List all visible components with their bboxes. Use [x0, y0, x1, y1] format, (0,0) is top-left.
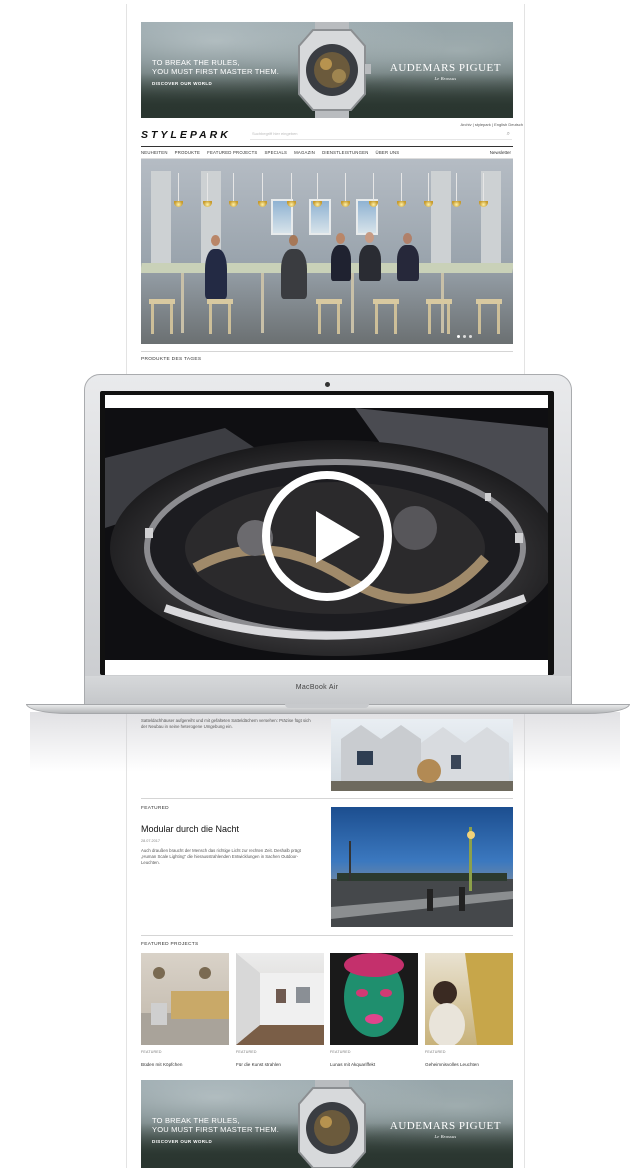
laptop-reflection — [30, 712, 620, 772]
nav-item-dienstleistungen[interactable]: DIENSTLEISTUNGEN — [322, 150, 368, 155]
newsletter-link[interactable]: Newsletter — [490, 150, 511, 155]
featured-project-tag: FEATURED — [141, 1050, 162, 1054]
article-image-night-street[interactable] — [331, 807, 513, 927]
section-products-of-day: PRODUKTE DES TAGES — [141, 357, 202, 362]
featured-project-image-4[interactable] — [425, 953, 513, 1045]
slider-dots[interactable] — [457, 335, 472, 338]
laptop-model-label: MacBook Air — [295, 684, 339, 691]
ad-cta-link[interactable]: DISCOVER OUR WORLD — [152, 1139, 212, 1144]
top-ad-banner[interactable]: TO BREAK THE RULES, YOU MUST FIRST MASTER… — [141, 22, 513, 118]
section-featured-projects: FEATURED PROJECTS — [141, 942, 199, 947]
featured-project-title[interactable]: Büden mit Köpfchen — [141, 1062, 182, 1067]
article-date: 28.07.2017 — [141, 839, 161, 843]
top-utility-nav[interactable]: Archiv | stylepark | English Deutsch — [460, 122, 523, 127]
site-logo[interactable]: STYLEPARK — [141, 129, 231, 141]
nav-item-produkte[interactable]: PRODUKTE — [175, 150, 200, 155]
nav-item-neuheiten[interactable]: NEUHEITEN — [141, 150, 168, 155]
ad-tagline: TO BREAK THE RULES, YOU MUST FIRST MASTER… — [152, 1116, 280, 1134]
featured-project-title[interactable]: Lunas mit Akquariffekt — [330, 1062, 375, 1067]
ad-brand-logo: AUDEMARS PIGUET Le Brassus — [389, 1120, 501, 1139]
video-letterbox-bottom — [105, 660, 548, 675]
featured-project-title[interactable]: Für die Kunst strahlen — [236, 1062, 281, 1067]
play-button[interactable] — [262, 471, 392, 601]
nav-item-featured-projects[interactable]: FEATURED PROJECTS — [207, 150, 257, 155]
laptop-base-notch — [285, 704, 369, 708]
search-icon[interactable]: ⌕ — [507, 131, 510, 138]
section-featured: FEATURED — [141, 806, 169, 811]
featured-project-tag: FEATURED — [330, 1050, 351, 1054]
camera-icon — [325, 382, 330, 387]
nav-item-ueber-uns[interactable]: ÜBER UNS — [376, 150, 400, 155]
laptop-chin — [85, 676, 571, 706]
bottom-ad-banner[interactable]: TO BREAK THE RULES, YOU MUST FIRST MASTER… — [141, 1080, 513, 1168]
video-letterbox-top — [105, 395, 548, 408]
article-teaser-text: Auch draußen braucht der Mensch das rich… — [141, 848, 301, 865]
divider — [141, 935, 513, 936]
nav-item-specials[interactable]: SPECIALS — [264, 150, 287, 155]
article-teaser-text: Satteldachhäuser aufgereiht und mit gefa… — [141, 718, 311, 729]
featured-project-image-1[interactable] — [141, 953, 229, 1045]
watch-image — [298, 1080, 366, 1168]
main-navigation: NEUHEITEN PRODUKTE FEATURED PROJECTS SPE… — [141, 146, 513, 159]
divider — [141, 798, 513, 799]
featured-project-image-2[interactable] — [236, 953, 324, 1045]
nav-item-magazin[interactable]: MAGAZIN — [294, 150, 315, 155]
featured-project-tag: FEATURED — [236, 1050, 257, 1054]
article-title[interactable]: Modular durch die Nacht — [141, 824, 239, 834]
watch-image — [298, 22, 371, 118]
search-input[interactable]: Suchbegriff hier eingeben ⌕ — [250, 131, 512, 140]
article-image-architecture[interactable] — [331, 719, 513, 791]
featured-project-image-3[interactable] — [330, 953, 418, 1045]
hero-slider-image[interactable] — [141, 159, 513, 344]
divider — [141, 351, 513, 352]
ad-brand-logo: AUDEMARS PIGUET Le Brassus — [389, 62, 501, 81]
ad-cta-link[interactable]: DISCOVER OUR WORLD — [152, 81, 212, 86]
featured-project-title[interactable]: Geheimnisvolles Leuchten — [425, 1062, 479, 1067]
featured-project-tag: FEATURED — [425, 1050, 446, 1054]
ad-tagline: TO BREAK THE RULES, YOU MUST FIRST MASTER… — [152, 58, 280, 76]
